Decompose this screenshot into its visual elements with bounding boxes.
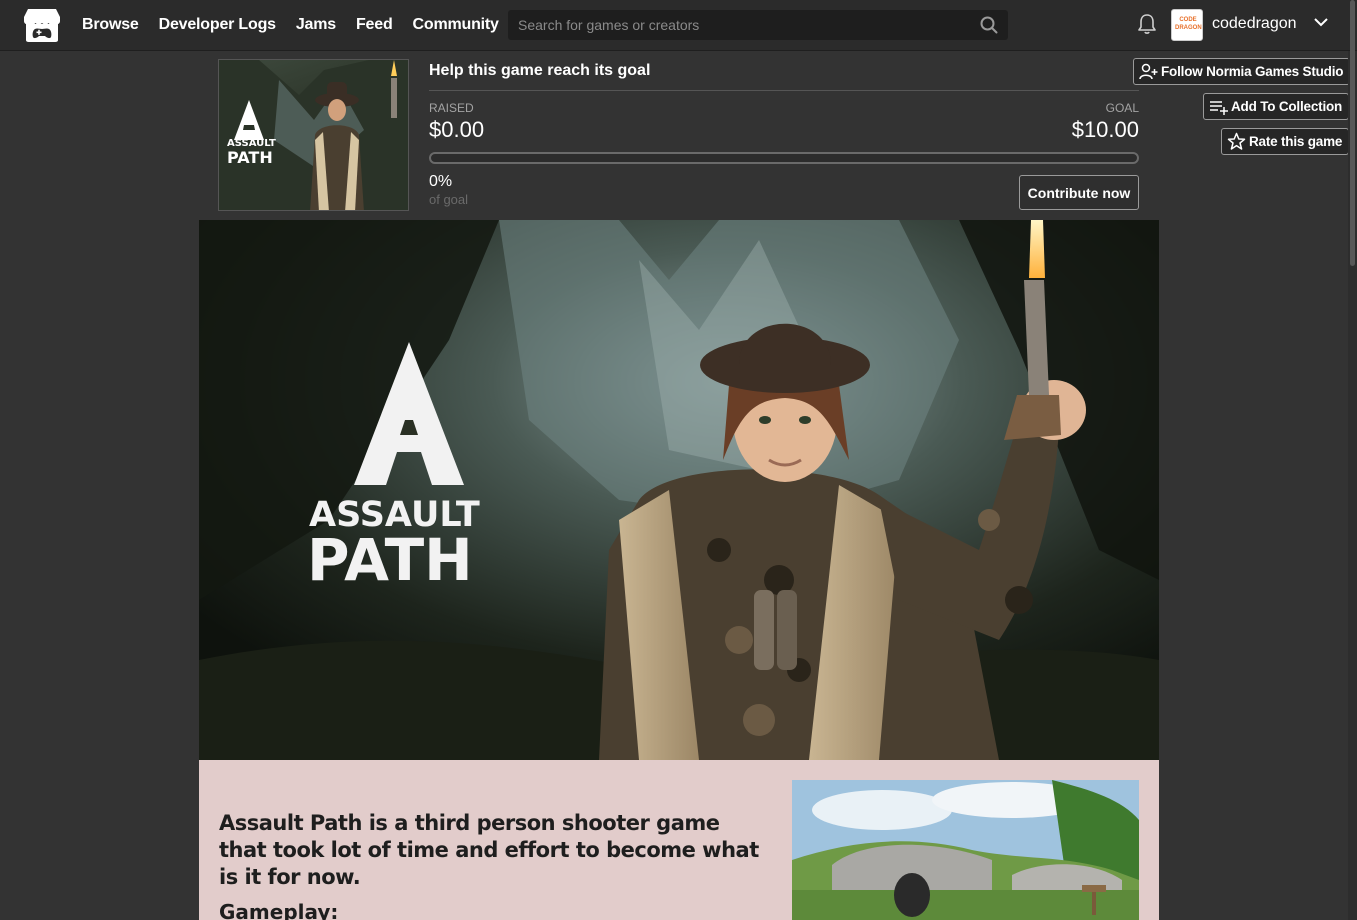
- thumbnail-art-icon: ASSAULT PATH: [219, 60, 408, 210]
- game-thumbnail[interactable]: ASSAULT PATH: [218, 59, 409, 211]
- top-nav: Browse Developer Logs Jams Feed Communit…: [0, 0, 1357, 51]
- goal-percent: 0%: [429, 173, 453, 190]
- game-page: ASSAULT PATH Assault Path is a third per…: [199, 220, 1159, 920]
- username[interactable]: codedragon: [1212, 15, 1297, 33]
- chevron-down-icon[interactable]: [1313, 16, 1329, 28]
- goal-divider: [429, 90, 1139, 91]
- nav-jams[interactable]: Jams: [296, 16, 336, 34]
- search-icon[interactable]: [980, 16, 998, 34]
- avatar-text: CODE DRAGON: [1175, 17, 1202, 31]
- game-description: Assault Path is a third person shooter g…: [219, 811, 759, 889]
- search-box: [508, 10, 1008, 40]
- rate-game-button[interactable]: Rate this game: [1221, 128, 1350, 155]
- main-nav: Browse Developer Logs Jams Feed Communit…: [82, 0, 499, 50]
- game-banner: ASSAULT PATH: [199, 220, 1159, 760]
- scrollbar-thumb[interactable]: [1350, 0, 1355, 266]
- star-icon: [1227, 132, 1246, 150]
- search-input[interactable]: [508, 10, 978, 40]
- nav-community[interactable]: Community: [413, 16, 499, 34]
- goal-progress-bar: [429, 152, 1139, 164]
- itchio-logo-icon[interactable]: [22, 7, 62, 43]
- of-goal-text: of goal: [429, 192, 469, 207]
- rate-game-label: Rate this game: [1249, 134, 1343, 149]
- notification-bell-icon[interactable]: [1137, 13, 1157, 35]
- goal-value: $10.00: [1071, 117, 1139, 142]
- follow-user-icon: [1139, 63, 1158, 80]
- nav-developer-logs[interactable]: Developer Logs: [159, 16, 276, 34]
- goal-title: Help this game reach its goal: [429, 62, 651, 79]
- nav-browse[interactable]: Browse: [82, 16, 139, 34]
- banner-art-icon: ASSAULT PATH: [199, 220, 1159, 760]
- screenshot-art-icon: [792, 780, 1139, 920]
- banner-logo-line2: PATH: [307, 526, 473, 594]
- game-screenshot[interactable]: [792, 780, 1139, 920]
- add-collection-label: Add To Collection: [1231, 99, 1343, 114]
- follow-label: Follow Normia Games Studio: [1161, 64, 1344, 79]
- avatar[interactable]: CODE DRAGON: [1171, 9, 1203, 41]
- add-to-collection-button[interactable]: Add To Collection: [1203, 93, 1350, 120]
- nav-feed[interactable]: Feed: [356, 16, 393, 34]
- thumb-logo-line2: PATH: [227, 148, 273, 167]
- goal-label: GOAL: [1105, 101, 1139, 115]
- follow-button[interactable]: Follow Normia Games Studio: [1133, 58, 1351, 85]
- raised-label: RAISED: [429, 101, 474, 115]
- contribute-button[interactable]: Contribute now: [1019, 175, 1139, 210]
- gameplay-heading: Gameplay:: [219, 900, 339, 920]
- add-collection-icon: [1210, 101, 1228, 115]
- raised-value: $0.00: [429, 117, 485, 142]
